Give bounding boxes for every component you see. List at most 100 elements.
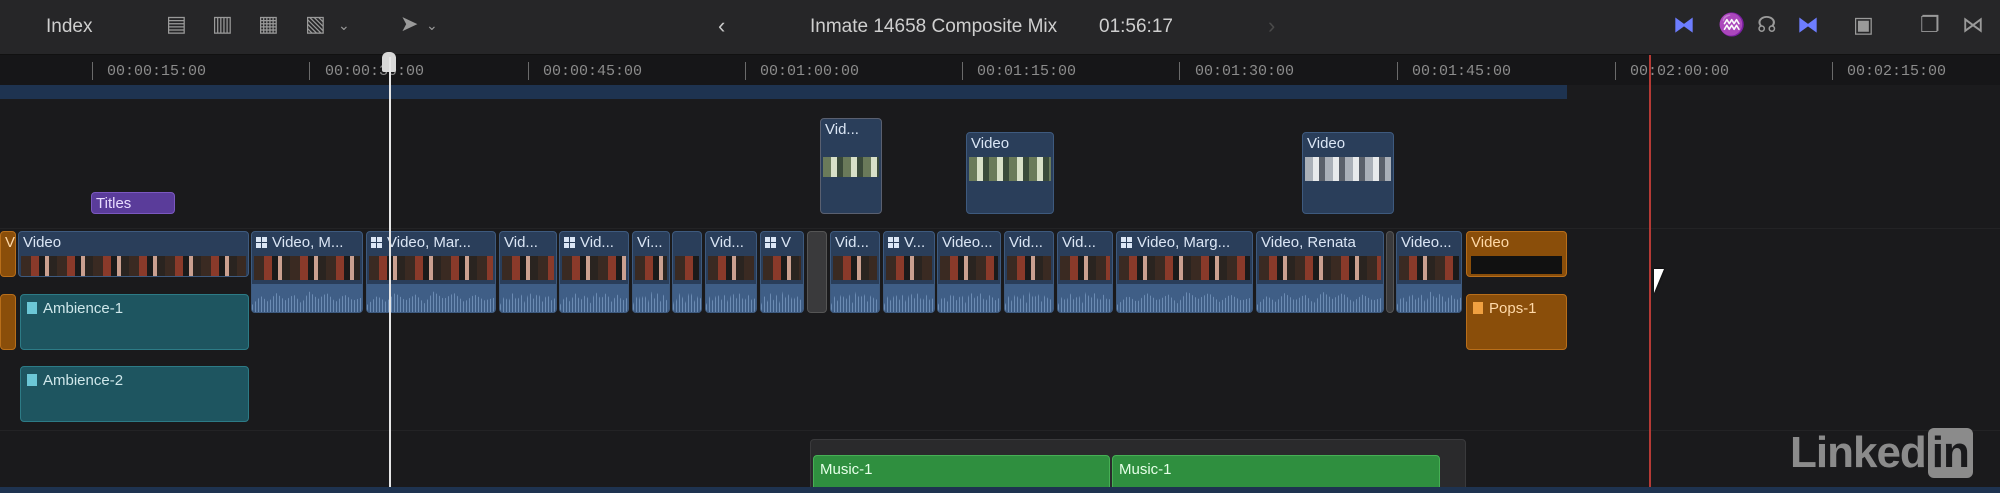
- clip-thumbnail: [1471, 256, 1562, 274]
- primary-clip[interactable]: Vi...: [632, 231, 670, 313]
- clip-thumbnail: [635, 256, 667, 280]
- watermark-text: Linked: [1790, 428, 1927, 477]
- primary-clip[interactable]: [672, 231, 702, 313]
- watermark-suffix: in: [1927, 428, 1973, 478]
- select-tool-icon[interactable]: ➤: [400, 13, 418, 35]
- primary-clip[interactable]: Vid...: [1004, 231, 1054, 313]
- back-icon[interactable]: ‹: [718, 15, 725, 37]
- primary-clip[interactable]: Video...: [1396, 231, 1462, 313]
- audio-waveform: [252, 284, 362, 312]
- ruler-timecode: 00:01:30:00: [1195, 63, 1295, 80]
- primary-clip[interactable]: Vid...: [830, 231, 880, 313]
- append-icon[interactable]: ▤: [166, 13, 187, 35]
- clip-thumbnail: [1259, 256, 1381, 280]
- clip-label: Vid...: [710, 234, 744, 251]
- primary-clip[interactable]: Video, Renata: [1256, 231, 1384, 313]
- forward-icon[interactable]: ›: [1268, 15, 1275, 37]
- clip-appearance-icon[interactable]: ▣: [1853, 14, 1874, 36]
- primary-clip[interactable]: Video: [18, 231, 249, 277]
- connected-video-clip[interactable]: Video: [966, 132, 1054, 214]
- audio-waveform: [938, 284, 1000, 312]
- primary-clip[interactable]: Video...: [937, 231, 1001, 313]
- primary-clip[interactable]: Video, M...: [251, 231, 363, 313]
- clip-label: Video: [971, 135, 1010, 152]
- audio-waveform: [1257, 284, 1383, 312]
- gap-clip[interactable]: [807, 231, 827, 313]
- clip-thumbnail: [886, 256, 932, 280]
- clip-thumbnail: [369, 256, 493, 280]
- overwrite-icon[interactable]: ▦: [258, 13, 279, 35]
- primary-clip[interactable]: Video: [1466, 231, 1567, 277]
- primary-clip[interactable]: Vid...: [559, 231, 629, 313]
- primary-clip[interactable]: Vid...: [705, 231, 757, 313]
- multicam-icon: [888, 237, 899, 248]
- ruler-timecode: 00:00:45:00: [543, 63, 643, 80]
- clip-label: Vi...: [637, 234, 663, 251]
- clip-thumbnail: [1305, 157, 1391, 181]
- lane-divider: [0, 228, 2000, 229]
- chevron-down-icon[interactable]: ⌄: [338, 14, 350, 36]
- clip-label: Video, M...: [256, 234, 343, 251]
- primary-clip[interactable]: Vid...: [1057, 231, 1113, 313]
- connect-icon[interactable]: ▧: [305, 13, 326, 35]
- clip-label: Pops-1: [1473, 300, 1537, 317]
- audio-clip[interactable]: Ambience-2: [20, 366, 249, 422]
- clip-label: Vid...: [504, 234, 538, 251]
- connected-video-clip[interactable]: Vid...: [820, 118, 882, 214]
- gap-clip[interactable]: [1386, 231, 1394, 313]
- clip-thumbnail: [823, 157, 879, 177]
- close-timeline-icon[interactable]: ⋈: [1962, 14, 1984, 36]
- index-button[interactable]: Index: [46, 16, 92, 38]
- audio-clip-icon: [27, 374, 37, 386]
- ruler-tick: [92, 62, 93, 80]
- insert-icon[interactable]: ▥: [212, 13, 233, 35]
- clip-label-text: Ambience-2: [43, 372, 124, 389]
- ruler-timecode: 00:01:45:00: [1412, 63, 1512, 80]
- clip-label: Ambience-2: [27, 372, 123, 389]
- audio-clip[interactable]: Pops-1: [1466, 294, 1567, 350]
- clip-skimming-icon[interactable]: ⧓: [1673, 14, 1695, 36]
- snapping-icon[interactable]: ⧓: [1797, 14, 1819, 36]
- clip-thumbnail: [1399, 256, 1459, 280]
- ruler-timecode: 00:01:15:00: [977, 63, 1077, 80]
- clip-label: V...: [888, 234, 925, 251]
- project-duration: 01:56:17: [1099, 16, 1173, 37]
- clip-label: Video: [1471, 234, 1510, 251]
- titles-clip[interactable]: Titles: [91, 192, 175, 214]
- clip-label: V: [5, 234, 16, 251]
- playhead[interactable]: [389, 57, 391, 493]
- connected-video-clip[interactable]: Video: [1302, 132, 1394, 214]
- primary-clip[interactable]: V...: [883, 231, 935, 313]
- clip-label-text: Ambience-1: [43, 300, 124, 317]
- clip-label-text: V: [781, 234, 792, 251]
- ruler-timecode: 00:02:15:00: [1847, 63, 1947, 80]
- clip-label-text: Video, M...: [272, 234, 344, 251]
- mouse-cursor-icon: [1654, 269, 1674, 293]
- primary-clip[interactable]: Video, Marg...: [1116, 231, 1253, 313]
- ruler-tick: [1397, 62, 1398, 80]
- end-marker: [1649, 55, 1651, 493]
- solo-icon[interactable]: ☊: [1757, 14, 1777, 36]
- audio-clip[interactable]: Ambience-1: [20, 294, 249, 350]
- window-icon[interactable]: ❐: [1920, 14, 1940, 36]
- clip-label: Video, Renata: [1261, 234, 1356, 251]
- linkedin-watermark: Linked in: [1790, 428, 1973, 478]
- bottom-scroll-bar[interactable]: [0, 487, 2000, 493]
- clip-thumbnail: [708, 256, 754, 280]
- clip-label: Video: [23, 234, 62, 251]
- clip-thumbnail: [1119, 256, 1250, 280]
- primary-clip[interactable]: V: [760, 231, 804, 313]
- ruler-timecode: 00:00:15:00: [107, 63, 207, 80]
- project-title: Inmate 14658 Composite Mix: [810, 16, 1058, 37]
- audio-skimming-icon[interactable]: ♒: [1718, 14, 1745, 36]
- clip-thumbnail: [562, 256, 626, 280]
- clip-thumbnail: [254, 256, 360, 280]
- primary-clip[interactable]: V: [0, 231, 16, 277]
- clip-label: Music-1: [820, 461, 873, 478]
- audio-clip-edge[interactable]: [0, 294, 16, 350]
- primary-clip[interactable]: Vid...: [499, 231, 557, 313]
- chevron-down-icon[interactable]: ⌄: [426, 14, 438, 36]
- clip-label-text: Video, Mar...: [387, 234, 471, 251]
- clip-thumbnail: [940, 256, 998, 280]
- primary-clip[interactable]: Video, Mar...: [366, 231, 496, 313]
